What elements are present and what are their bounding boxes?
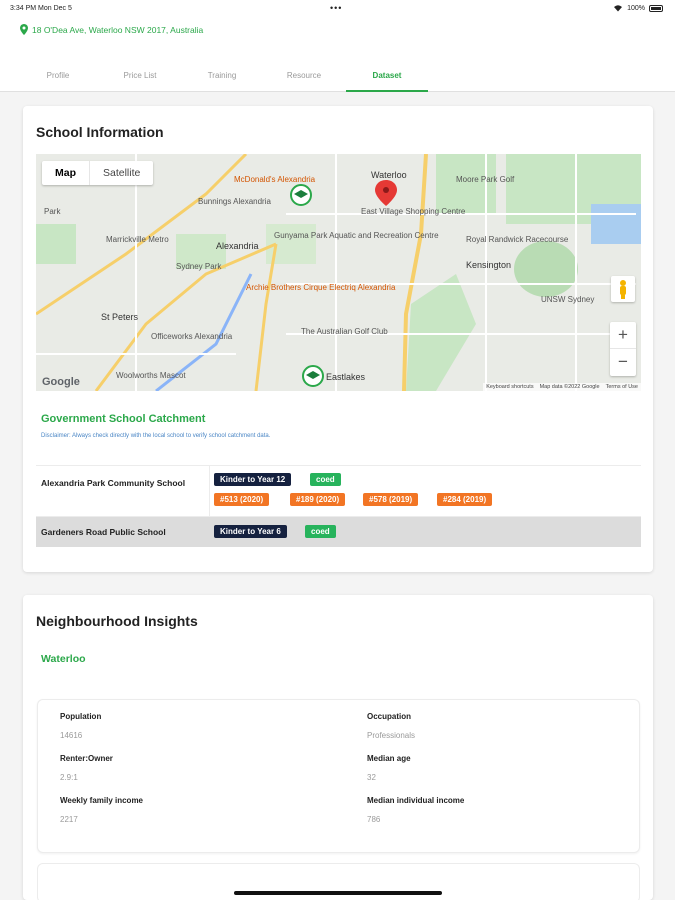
school-row-divider: [209, 466, 210, 516]
street-view-pegman-icon[interactable]: [611, 276, 635, 302]
wifi-icon: [614, 5, 623, 12]
school-icon[interactable]: [302, 365, 324, 387]
pegman-icon: [620, 280, 626, 299]
school-row[interactable]: Gardeners Road Public School Kinder to Y…: [36, 516, 641, 547]
map-type-satellite-button[interactable]: Satellite: [90, 161, 153, 185]
home-indicator[interactable]: [234, 891, 442, 895]
map-place-label: McDonald's Alexandria: [234, 175, 316, 184]
map-water: [591, 204, 641, 244]
tab-resource[interactable]: Resource: [263, 62, 345, 92]
stat-value: 2217: [60, 815, 78, 824]
map-type-control: Map Satellite: [42, 161, 154, 185]
suburb-name: Waterloo: [41, 653, 86, 665]
stat-label: Median individual income: [367, 796, 465, 805]
catchment-title: Government School Catchment: [41, 413, 206, 425]
stat-value: 786: [367, 815, 381, 824]
map-data-attribution: Map data ©2022 Google: [539, 384, 600, 390]
stat-label: Median age: [367, 754, 411, 763]
neighbourhood-insights-title: Neighbourhood Insights: [36, 613, 198, 629]
map-place-label: Gunyama Park Aquatic and Recreation Cent…: [274, 231, 439, 240]
map-place-label: Sydney Park: [176, 262, 222, 271]
school-gender-badge: coed: [305, 525, 336, 538]
map-place-label: Waterloo: [371, 170, 407, 180]
school-information-card: School Information McDonald's Alexandria…: [23, 106, 653, 572]
map[interactable]: McDonald's Alexandria Waterloo Bunnings …: [36, 154, 641, 391]
school-icon[interactable]: [290, 184, 312, 206]
ranking-badge: #513 (2020): [214, 493, 270, 506]
map-place-label: Moore Park Golf: [456, 175, 515, 184]
map-park: [406, 274, 476, 391]
stat-value: 2.9:1: [60, 773, 78, 782]
zoom-control: + −: [610, 322, 636, 376]
battery-icon: [649, 4, 663, 12]
map-road: [254, 243, 278, 391]
keyboard-shortcuts-link[interactable]: Keyboard shortcuts: [486, 384, 533, 390]
location-pin-icon: [20, 24, 28, 35]
battery-percent: 100%: [627, 4, 645, 12]
neighbourhood-insights-card: Neighbourhood Insights Waterloo Populati…: [23, 595, 653, 900]
map-place-label: East Village Shopping Centre: [361, 207, 466, 216]
google-logo: Google: [42, 376, 80, 388]
map-canvas[interactable]: McDonald's Alexandria Waterloo Bunnings …: [36, 154, 641, 391]
stat-label: Renter:Owner: [60, 754, 113, 763]
status-time: 3:34 PM Mon Dec 5: [10, 5, 72, 12]
map-park: [514, 241, 578, 297]
address-text: 18 O'Dea Ave, Waterloo NSW 2017, Austral…: [32, 24, 204, 35]
map-place-label: St Peters: [101, 312, 139, 322]
school-name: Alexandria Park Community School: [41, 478, 186, 488]
status-bar: 3:34 PM Mon Dec 5 ••• 100%: [0, 0, 675, 18]
zoom-out-button[interactable]: −: [610, 349, 636, 376]
tab-price-list[interactable]: Price List: [99, 62, 181, 92]
tab-profile[interactable]: Profile: [17, 62, 99, 92]
school-gender-badge: coed: [310, 473, 341, 486]
stat-label: Population: [60, 712, 102, 721]
map-footer: Keyboard shortcuts Map data ©2022 Google…: [483, 383, 641, 391]
school-row[interactable]: Alexandria Park Community School Kinder …: [36, 465, 641, 516]
map-place-label: Park: [44, 207, 61, 216]
zoom-in-button[interactable]: +: [610, 322, 636, 349]
map-place-label: Eastlakes: [326, 372, 366, 382]
map-place-label: Alexandria: [216, 241, 259, 251]
address[interactable]: 18 O'Dea Ave, Waterloo NSW 2017, Austral…: [20, 24, 203, 35]
map-place-label: Woolworths Mascot: [116, 371, 186, 380]
map-place-label: UNSW Sydney: [541, 295, 594, 304]
school-name: Gardeners Road Public School: [41, 527, 166, 537]
tab-bar: Profile Price List Training Resource Dat…: [0, 62, 675, 92]
school-information-title: School Information: [36, 124, 164, 140]
insight-stats-panel: Population 14616 Occupation Professional…: [37, 699, 640, 853]
status-right: 100%: [613, 4, 663, 12]
stat-label: Occupation: [367, 712, 412, 721]
school-level-badge: Kinder to Year 12: [214, 473, 292, 486]
stat-label: Weekly family income: [60, 796, 143, 805]
stat-value: Professionals: [367, 731, 416, 740]
map-place-label: Bunnings Alexandria: [198, 197, 271, 206]
stat-value: 32: [367, 773, 376, 782]
map-place-label: Officeworks Alexandria: [151, 332, 233, 341]
school-level-badge: Kinder to Year 6: [214, 525, 287, 538]
ranking-badge: #578 (2019): [363, 493, 419, 506]
stat-value: 14616: [60, 731, 83, 740]
ranking-badge: #189 (2020): [290, 493, 346, 506]
map-place-label: Kensington: [466, 260, 511, 270]
tab-dataset[interactable]: Dataset: [346, 62, 428, 92]
terms-of-use-link[interactable]: Terms of Use: [606, 384, 638, 390]
tab-training[interactable]: Training: [181, 62, 263, 92]
map-type-map-button[interactable]: Map: [42, 161, 90, 185]
multitask-dots-icon[interactable]: •••: [330, 3, 342, 13]
map-place-label: The Australian Golf Club: [301, 327, 388, 336]
ranking-badge: #284 (2019): [437, 493, 493, 506]
header: 18 O'Dea Ave, Waterloo NSW 2017, Austral…: [0, 18, 675, 92]
location-marker-icon[interactable]: [375, 180, 397, 206]
map-place-label: Royal Randwick Racecourse: [466, 235, 569, 244]
map-place-label: Marrickville Metro: [106, 235, 169, 244]
map-place-label: Archie Brothers Cirque Electriq Alexandr…: [246, 283, 396, 292]
catchment-disclaimer: Disclaimer: Always check directly with t…: [41, 433, 271, 439]
map-park: [36, 224, 76, 264]
